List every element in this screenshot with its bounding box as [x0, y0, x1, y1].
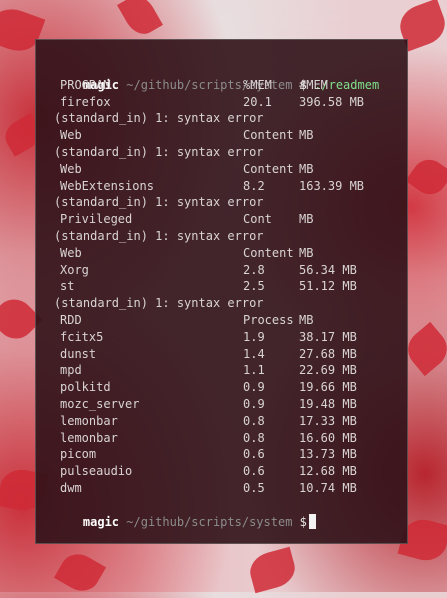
program-cell: mozc_server: [60, 396, 140, 411]
mem-size-cell: 396.58 MB: [299, 94, 365, 109]
table-row: WebExtensions 8.2 163.39 MB: [54, 178, 407, 195]
error-line: (standard_in) 1: syntax error: [54, 195, 264, 210]
program-cell: firefox: [60, 94, 111, 109]
command-output: PROGRAM %MEM #MEM firefox 20.1 396.58 MB (stan…: [54, 77, 407, 497]
mem-size-cell: 163.39 MB: [299, 178, 365, 193]
mem-percent-cell: 0.6: [243, 464, 265, 479]
table-row: Web Content MB: [54, 127, 407, 144]
mem-size-cell: 22.69 MB: [299, 363, 357, 378]
program-cell: fcitx5: [60, 329, 104, 344]
prompt-line: magic ~/github/scripts/system $ ./readme…: [54, 60, 407, 92]
mem-percent-cell: 0.5: [243, 480, 265, 495]
table-row: RDD Process MB: [54, 312, 407, 329]
wallpaper-leaf: [117, 0, 163, 40]
table-row: pulseaudio 0.6 12.68 MB: [54, 463, 407, 480]
table-row: mpd 1.1 22.69 MB: [54, 362, 407, 379]
program-cell: pulseaudio: [60, 464, 133, 479]
mem-percent-cell: 1.9: [243, 329, 265, 344]
mem-percent-cell: 20.1: [243, 94, 272, 109]
mem-percent-cell: 2.5: [243, 279, 265, 294]
program-cell: lemonbar: [60, 413, 118, 428]
program-cell: picom: [60, 447, 97, 462]
prompt-path: ~/github/scripts/system: [126, 514, 293, 529]
program-cell: Web: [60, 161, 82, 176]
mem-percent-cell: Content: [243, 161, 294, 176]
mem-percent-cell: 0.6: [243, 447, 265, 462]
table-row: Web Content MB: [54, 245, 407, 262]
program-cell: WebExtensions: [60, 178, 154, 193]
mem-size-cell: 13.73 MB: [299, 447, 357, 462]
program-cell: Web: [60, 128, 82, 143]
mem-percent-cell: Process: [243, 312, 294, 327]
mem-size-cell: 17.33 MB: [299, 413, 357, 428]
table-row: polkitd 0.9 19.66 MB: [54, 379, 407, 396]
mem-percent-cell: 0.9: [243, 396, 265, 411]
program-cell: dwm: [60, 480, 82, 495]
table-row: Privileged Cont MB: [54, 211, 407, 228]
mem-size-cell: 19.66 MB: [299, 380, 357, 395]
mem-percent-cell: Content: [243, 128, 294, 143]
text-cursor: [308, 513, 316, 529]
mem-percent-cell: Content: [243, 245, 294, 260]
mem-size-cell: MB: [299, 128, 314, 143]
mem-size-cell: MB: [299, 161, 314, 176]
program-cell: PROGRAM: [60, 77, 111, 92]
mem-size-cell: 10.74 MB: [299, 480, 357, 495]
table-header: PROGRAM %MEM #MEM: [54, 77, 407, 94]
mem-size-cell: 19.48 MB: [299, 396, 357, 411]
mem-percent-cell: 1.1: [243, 363, 265, 378]
mem-percent-cell: 0.9: [243, 380, 265, 395]
mem-percent-cell: 1.4: [243, 346, 265, 361]
program-cell: lemonbar: [60, 430, 118, 445]
error-line: (standard_in) 1: syntax error: [54, 144, 264, 159]
table-row: lemonbar 0.8 16.60 MB: [54, 430, 407, 447]
mem-size-cell: 27.68 MB: [299, 346, 357, 361]
mem-percent-cell: Cont: [243, 212, 272, 227]
prompt-symbol: $: [299, 514, 307, 529]
mem-size-cell: 51.12 MB: [299, 279, 357, 294]
mem-size-cell: 16.60 MB: [299, 430, 357, 445]
mem-size-cell: 38.17 MB: [299, 329, 357, 344]
table-row: fcitx5 1.9 38.17 MB: [54, 329, 407, 346]
prompt-line-current[interactable]: magic ~/github/scripts/system $: [54, 497, 407, 529]
prompt-user: magic: [82, 514, 120, 529]
table-row: Web Content MB: [54, 161, 407, 178]
mem-percent-cell: 8.2: [243, 178, 265, 193]
mem-size-cell: 12.68 MB: [299, 464, 357, 479]
table-row: picom 0.6 13.73 MB: [54, 446, 407, 463]
table-row: Xorg 2.8 56.34 MB: [54, 262, 407, 279]
program-cell: Xorg: [60, 262, 89, 277]
program-cell: RDD: [60, 312, 82, 327]
mem-percent-cell: 0.8: [243, 430, 265, 445]
table-row: st 2.5 51.12 MB: [54, 278, 407, 295]
table-row: firefox 20.1 396.58 MB: [54, 94, 407, 111]
program-cell: Privileged: [60, 212, 133, 227]
wallpaper-leaf: [53, 547, 107, 598]
program-cell: mpd: [60, 363, 82, 378]
wallpaper-leaf: [405, 153, 447, 201]
program-cell: st: [60, 279, 75, 294]
terminal-window[interactable]: magic ~/github/scripts/system $ ./readme…: [35, 39, 408, 544]
error-line: (standard_in) 1: syntax error: [54, 111, 264, 126]
mem-size-cell: MB: [299, 212, 314, 227]
program-cell: polkitd: [60, 380, 111, 395]
program-cell: Web: [60, 245, 82, 260]
table-row: mozc_server 0.9 19.48 MB: [54, 396, 407, 413]
wallpaper-leaf: [246, 546, 299, 594]
mem-percent-cell: 0.8: [243, 413, 265, 428]
mem-size-cell: #MEM: [299, 77, 328, 92]
table-row: lemonbar 0.8 17.33 MB: [54, 413, 407, 430]
error-line: (standard_in) 1: syntax error: [54, 228, 264, 243]
mem-size-cell: 56.34 MB: [299, 262, 357, 277]
table-row: dunst 1.4 27.68 MB: [54, 346, 407, 363]
program-cell: dunst: [60, 346, 97, 361]
table-row: dwm 0.5 10.74 MB: [54, 480, 407, 497]
mem-size-cell: MB: [299, 245, 314, 260]
mem-percent-cell: 2.8: [243, 262, 265, 277]
error-line: (standard_in) 1: syntax error: [54, 296, 264, 311]
mem-size-cell: MB: [299, 312, 314, 327]
mem-percent-cell: %MEM: [243, 77, 272, 92]
